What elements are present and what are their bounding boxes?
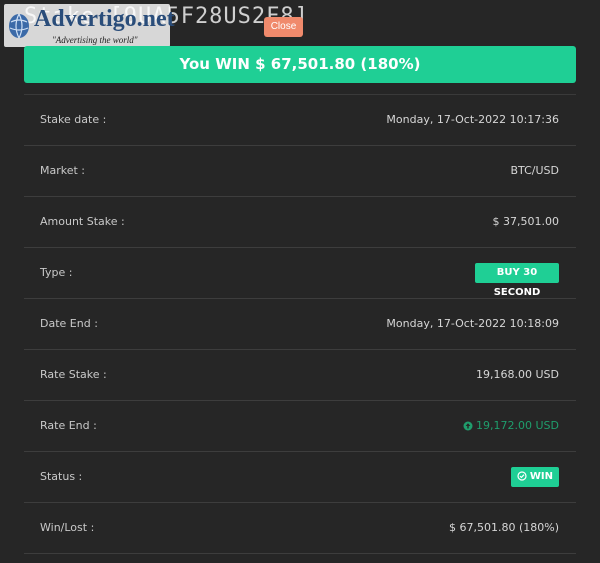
amount-stake-label: Amount Stake :	[40, 215, 125, 228]
win-lost-label: Win/Lost :	[40, 521, 95, 534]
row-amount-stake: Amount Stake : $ 37,501.00	[24, 197, 576, 248]
close-button[interactable]: Close	[264, 17, 303, 37]
row-status: Status : WIN	[24, 452, 576, 503]
globe-icon	[9, 13, 29, 39]
rate-stake-label: Rate Stake :	[40, 368, 107, 381]
win-lost-value: $ 67,501.80 (180%)	[448, 521, 559, 534]
row-stake-date: Stake date : Monday, 17-Oct-2022 10:17:3…	[24, 95, 576, 146]
rate-end-value-wrap: 19,172.00 USD	[463, 401, 559, 451]
market-label: Market :	[40, 164, 86, 177]
watermark-name: Advertigo.net	[34, 6, 175, 32]
row-rate-stake: Rate Stake : 19,168.00 USD	[24, 350, 576, 401]
status-badge: WIN	[510, 467, 559, 487]
date-end-label: Date End :	[40, 317, 98, 330]
row-type: Type : BUY 30 SECOND	[24, 248, 576, 299]
row-date-end: Date End : Monday, 17-Oct-2022 10:18:09	[24, 299, 576, 350]
market-value: BTC/USD	[510, 164, 559, 177]
watermark-logo: Advertigo.net "Advertising the world"	[4, 4, 175, 47]
row-rate-end: Rate End : 19,172.00 USD	[24, 401, 576, 452]
stake-date-label: Stake date :	[40, 113, 107, 126]
stake-detail-modal: Stake [9UA5F28US2F8] Advertigo.net "Adve…	[0, 0, 600, 563]
rate-stake-value: 19,168.00 USD	[476, 368, 559, 381]
amount-stake-value: $ 37,501.00	[492, 215, 559, 228]
details-list: Stake date : Monday, 17-Oct-2022 10:17:3…	[24, 95, 576, 554]
rate-end-value: 19,172.00 USD	[476, 419, 559, 432]
status-value: WIN	[529, 471, 553, 482]
type-badge: BUY 30 SECOND	[475, 263, 559, 298]
check-circle-icon	[517, 471, 527, 481]
date-end-value: Monday, 17-Oct-2022 10:18:09	[386, 317, 559, 330]
rate-end-label: Rate End :	[40, 419, 97, 432]
watermark-tagline: "Advertising the world"	[52, 35, 138, 45]
row-market: Market : BTC/USD	[24, 146, 576, 197]
row-win-lost: Win/Lost : $ 67,501.80 (180%)	[24, 503, 576, 554]
arrow-up-circle-icon	[463, 421, 473, 431]
win-banner: You WIN $ 67,501.80 (180%)	[24, 46, 576, 83]
status-label: Status :	[40, 470, 83, 483]
stake-date-value: Monday, 17-Oct-2022 10:17:36	[386, 113, 559, 126]
type-label: Type :	[40, 266, 73, 279]
